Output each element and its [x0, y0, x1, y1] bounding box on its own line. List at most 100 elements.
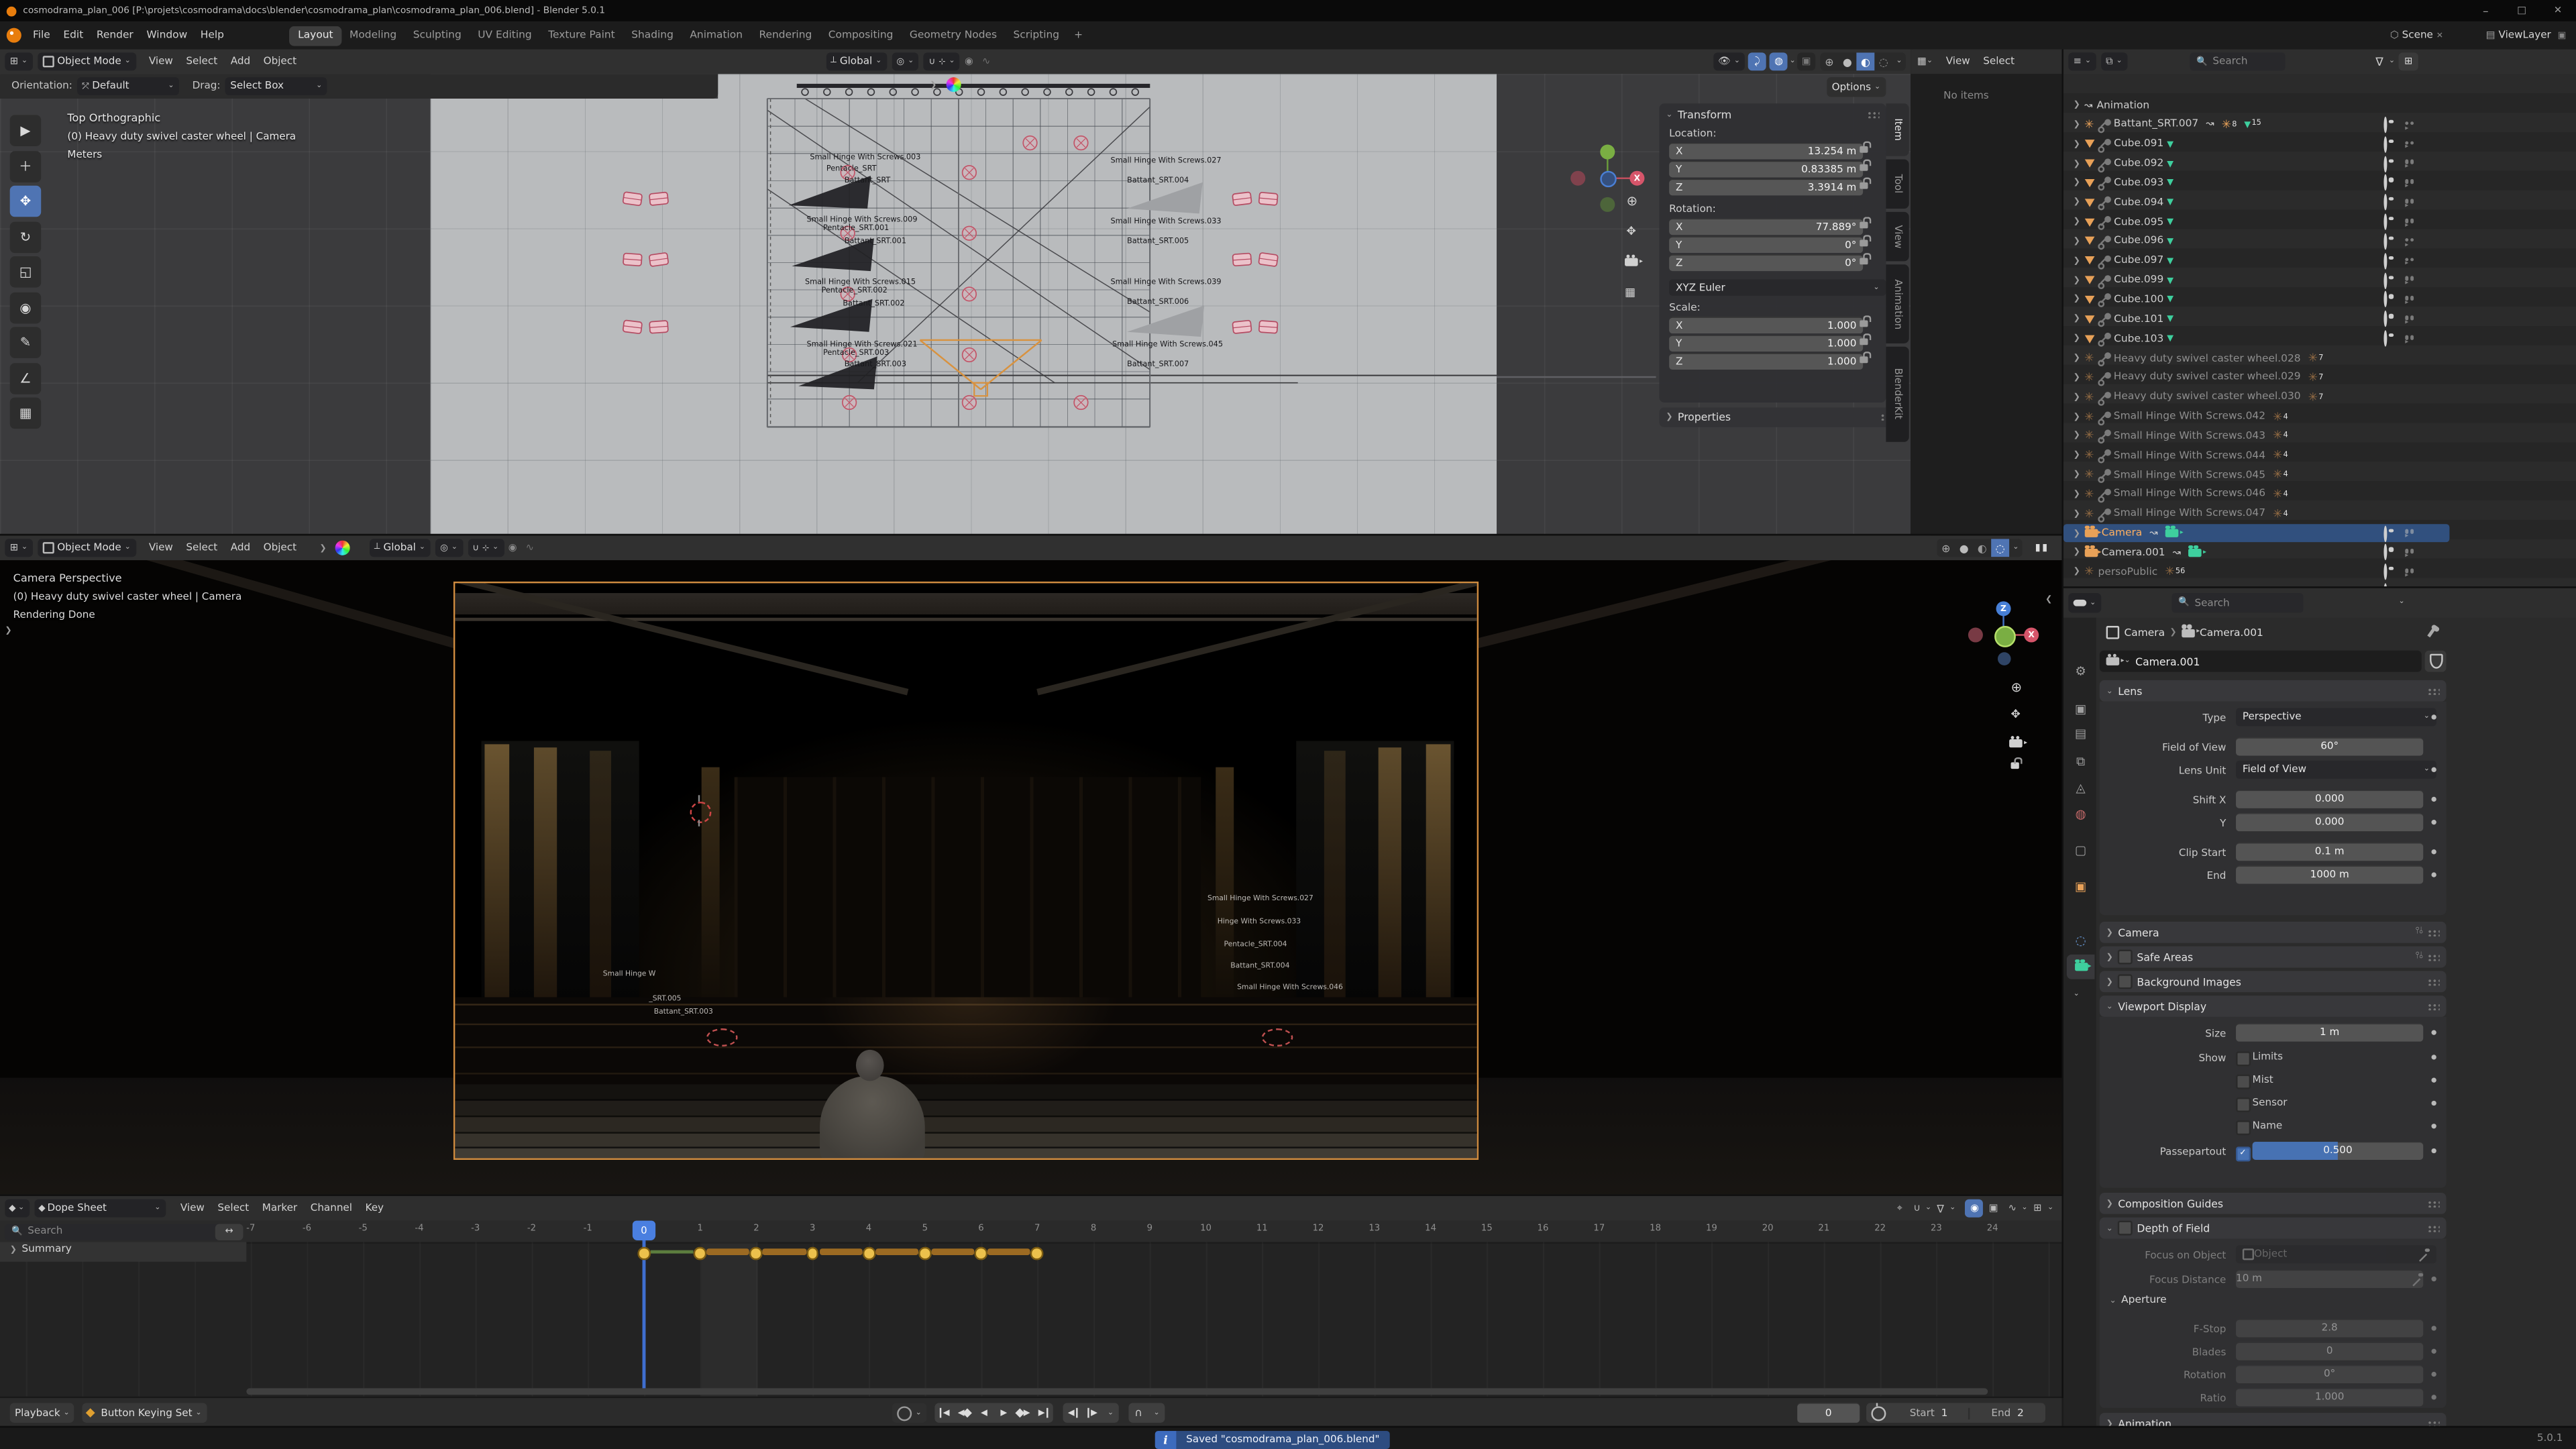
menu-help[interactable]: Help — [194, 30, 231, 41]
close-button[interactable]: ✕ — [2540, 5, 2576, 16]
animate-dot[interactable] — [2431, 849, 2436, 854]
shift-y-field[interactable]: 0.000 — [2236, 813, 2423, 831]
aperture-subpanel-header[interactable]: ⌄Aperture — [2109, 1295, 2166, 1306]
object-name[interactable]: Cube.095 — [2114, 216, 2163, 227]
menu-select[interactable]: Select — [180, 56, 224, 67]
tab-tool[interactable]: ⚙ — [2067, 659, 2095, 684]
proportional-falloff-icon[interactable]: ∿ — [522, 542, 538, 553]
fstop-field[interactable]: 2.8 — [2236, 1320, 2423, 1338]
snap-dropdown[interactable]: ∪⊹⌄ — [468, 539, 504, 557]
mode-dropdown[interactable]: Object Mode⌄ — [38, 539, 136, 557]
lens-type-dropdown[interactable]: Perspective⌄ — [2236, 708, 2436, 727]
camera-view-icon[interactable] — [1625, 258, 1638, 266]
preview-range-button[interactable]: ∩ — [1128, 1406, 1148, 1419]
animate-dot[interactable] — [2431, 872, 2436, 877]
lock-icon[interactable] — [2011, 762, 2019, 769]
tab-world[interactable]: ◍ — [2067, 802, 2095, 826]
menu-object[interactable]: Object — [257, 56, 303, 67]
dope-search-input[interactable]: 🔍 Search — [5, 1223, 225, 1240]
transform-value-field[interactable]: X1.000 — [1669, 317, 1863, 333]
outliner-filter-icon[interactable]: ∇ — [2375, 55, 2383, 68]
outliner-row[interactable]: ❯ Cube.092 — [2063, 154, 2450, 174]
annotate-tool[interactable]: ✎ — [10, 327, 42, 358]
expand-icon[interactable]: ❯ — [2074, 159, 2080, 169]
tab-output[interactable]: ▤ — [2067, 721, 2095, 746]
focus-distance-field[interactable]: 10 m — [2236, 1270, 2423, 1288]
cursor-tool[interactable]: ＋ — [10, 150, 42, 182]
tab-scripting[interactable]: Scripting — [1005, 25, 1067, 45]
expand-icon[interactable]: ❯ — [2074, 508, 2080, 519]
outliner-row[interactable]: ❯Cube.100 — [2063, 290, 2450, 309]
menu-add[interactable]: Add — [224, 56, 257, 67]
menu-window[interactable]: Window — [140, 30, 194, 41]
transform-value-field[interactable]: X13.254 m — [1669, 143, 1863, 159]
clip-start-field[interactable]: 0.1 m — [2236, 843, 2423, 861]
object-name[interactable]: Animation — [2096, 99, 2149, 111]
animate-dot[interactable] — [2431, 767, 2436, 772]
panel-viewport-display[interactable]: ⌄Viewport Display — [2100, 996, 2447, 1017]
outliner-row[interactable]: ❯Cube.091 — [2063, 135, 2450, 154]
visibility-eye-icon[interactable] — [2383, 332, 2387, 345]
keyframe[interactable] — [806, 1247, 819, 1260]
keyframe[interactable] — [637, 1247, 650, 1260]
editor-type-button[interactable]: ⊞⌄ — [5, 539, 32, 557]
lock-icon[interactable] — [1860, 258, 1868, 264]
animate-dot[interactable] — [2431, 1148, 2436, 1153]
outliner-row[interactable]: ❯✳Heavy duty swivel caster wheel.030✳7 — [2063, 387, 2450, 407]
outliner-display-mode[interactable]: ≡⌄ — [2068, 52, 2096, 70]
visibility-eye-icon[interactable] — [2383, 566, 2387, 579]
visibility-eye-icon[interactable] — [2383, 157, 2387, 170]
operator-panel-expand-icon[interactable]: ❯ — [930, 80, 936, 91]
visibility-eye-icon[interactable] — [2383, 546, 2387, 559]
object-name[interactable]: Cube.092 — [2114, 158, 2163, 169]
object-name[interactable]: Small Hinge With Screws.044 — [2114, 449, 2265, 461]
outliner-row[interactable]: ❯Cube.095 — [2063, 212, 2450, 231]
scene-selector[interactable]: Scene — [2402, 30, 2433, 41]
object-name[interactable]: Heavy duty swivel caster wheel.028 — [2114, 352, 2301, 364]
tab-uv-editing[interactable]: UV Editing — [470, 25, 540, 45]
zoom-icon[interactable]: ⊕ — [1626, 194, 1637, 209]
select-box-tool[interactable]: ▶ — [10, 115, 42, 146]
transform-orientation-dropdown[interactable]: ⟂Global⌄ — [369, 539, 430, 557]
new-collection-button[interactable]: ⊞ — [2399, 52, 2418, 70]
outliner-row[interactable]: ❯✳Small Hinge With Screws.047✳4 — [2063, 504, 2450, 523]
object-name[interactable]: Cube.097 — [2114, 255, 2163, 266]
visibility-eye-icon[interactable] — [2383, 215, 2387, 229]
toolbar-expand-icon[interactable]: ❯ — [5, 626, 11, 636]
expand-icon[interactable]: ❯ — [2074, 431, 2080, 441]
animate-dot[interactable] — [2431, 1395, 2436, 1399]
outliner-row[interactable]: ❯Cube.099 — [2063, 270, 2450, 290]
shading-solid-icon[interactable]: ● — [1838, 55, 1856, 68]
sidebar-tab-view[interactable]: View — [1886, 212, 1909, 261]
tab-geometry-nodes[interactable]: Geometry Nodes — [902, 25, 1006, 45]
menu-file[interactable]: File — [26, 30, 56, 41]
tab-physics[interactable]: ◌ — [2067, 928, 2095, 953]
outliner-row[interactable]: ❯↝Animation — [2063, 96, 2450, 115]
show-name-checkbox[interactable] — [2236, 1120, 2250, 1134]
dope-overlay-icon[interactable]: ▣ — [1984, 1203, 2003, 1214]
lock-icon[interactable] — [1860, 164, 1868, 171]
animate-dot[interactable] — [2431, 1124, 2436, 1128]
animate-dot[interactable] — [2431, 1277, 2436, 1281]
menu-key[interactable]: Key — [359, 1203, 390, 1214]
tab-render[interactable]: ▣ — [2067, 696, 2095, 721]
hdri-preview-sphere[interactable] — [335, 541, 350, 555]
filter-caret[interactable]: ⌄ — [2389, 58, 2395, 66]
measure-tool[interactable]: ∠ — [10, 362, 42, 394]
visibility-eye-icon[interactable] — [2383, 254, 2387, 268]
visibility-eye-icon[interactable] — [2383, 196, 2387, 209]
mode-dropdown[interactable]: Object Mode⌄ — [38, 52, 136, 70]
shading-wireframe-icon[interactable]: ⊕ — [1937, 541, 1955, 555]
ratio-field[interactable]: 1.000 — [2236, 1388, 2423, 1406]
editor-type-button[interactable]: ⌄ — [5, 1199, 29, 1218]
menu-select[interactable]: Select — [180, 542, 224, 553]
editor-type-button[interactable]: ⊞⌄ — [5, 52, 32, 70]
tab-animation[interactable]: Animation — [682, 25, 751, 45]
step-back-button[interactable] — [1063, 1409, 1082, 1417]
focus-object-field[interactable]: Object — [2236, 1245, 2436, 1263]
outliner-row[interactable]: ❯Cube.103 — [2063, 329, 2450, 348]
shading-rendered-icon[interactable]: ◌ — [1874, 55, 1892, 68]
object-name[interactable]: Cube.094 — [2114, 197, 2163, 208]
shading-material-icon[interactable]: ◐ — [1973, 541, 1991, 555]
object-name[interactable]: Small Hinge With Screws.045 — [2114, 469, 2265, 480]
